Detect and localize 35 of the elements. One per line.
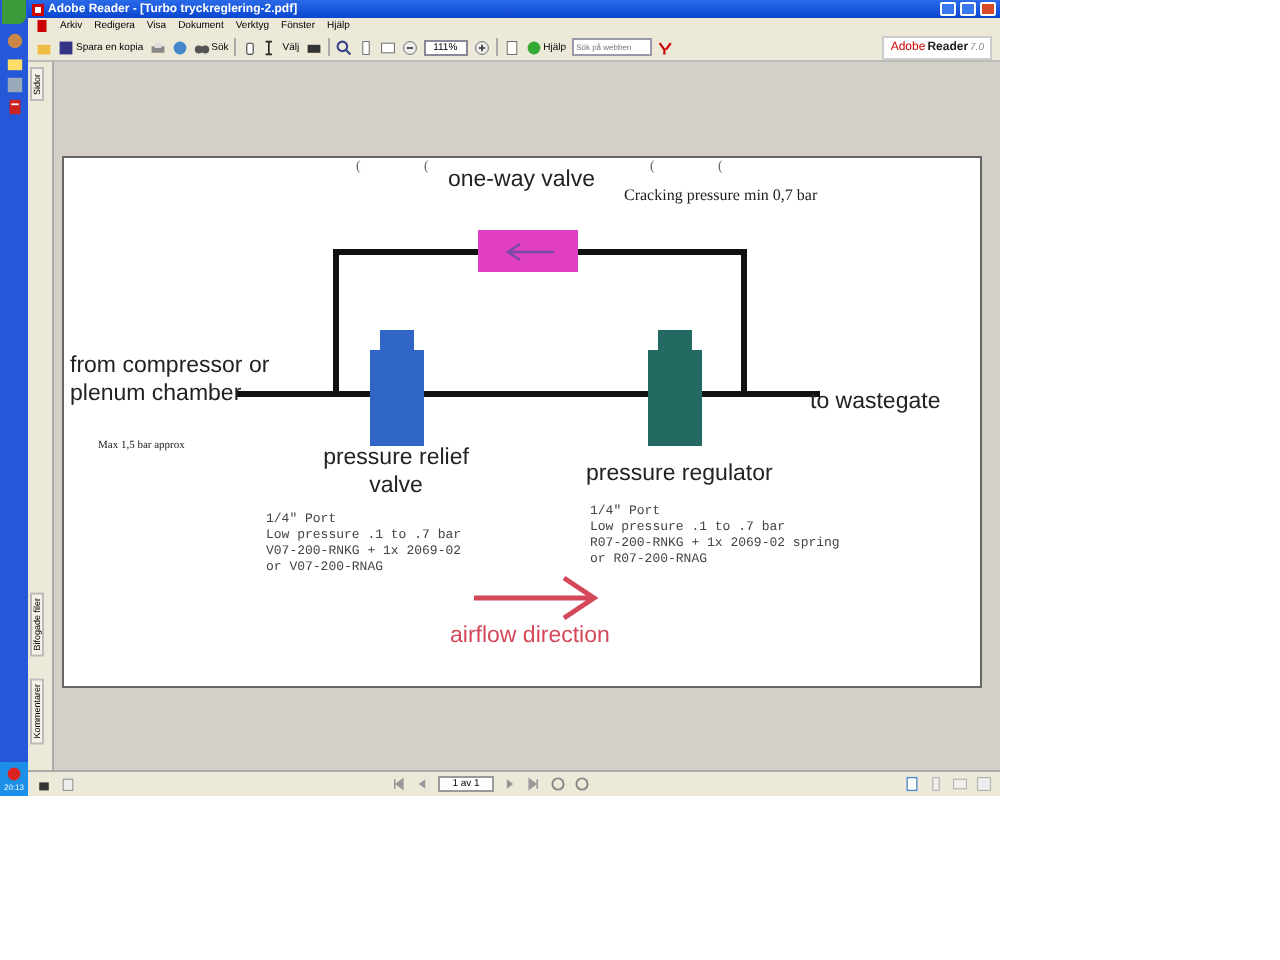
rotate-icon[interactable]	[503, 39, 520, 55]
document-icon	[60, 776, 76, 792]
zoom-in-icon[interactable]	[473, 39, 490, 55]
last-page-icon[interactable]	[525, 776, 542, 792]
next-page-icon[interactable]	[501, 776, 518, 792]
width-fit-icon[interactable]	[379, 39, 396, 55]
window-icon[interactable]	[5, 76, 23, 94]
regulator-label: pressure regulator	[586, 460, 773, 488]
previous-page-icon[interactable]	[414, 776, 431, 792]
facing-icon[interactable]	[952, 776, 968, 792]
zoom-out-icon[interactable]	[401, 39, 418, 55]
maximize-button[interactable]	[960, 2, 976, 16]
airflow-label: airflow direction	[450, 622, 610, 650]
cracking-note: Cracking pressure min 0,7 bar	[624, 186, 818, 204]
page-fit-icon[interactable]	[357, 39, 374, 55]
zoom-icon[interactable]	[335, 39, 352, 55]
inlet-label: from compressor or plenum chamber	[70, 352, 270, 408]
valve-label: one-way valve	[448, 166, 596, 194]
relief-valve-drawing	[370, 330, 424, 446]
start-button[interactable]	[2, 0, 26, 24]
one-way-valve-drawing	[478, 230, 578, 272]
first-page-icon[interactable]	[390, 776, 407, 792]
outlet-label: to wastegate	[810, 388, 941, 416]
printer-icon[interactable]	[149, 39, 166, 55]
document-icon[interactable]	[5, 98, 23, 116]
single-page-icon[interactable]	[904, 776, 920, 792]
continuous-facing-icon[interactable]	[976, 776, 992, 792]
continuous-icon[interactable]	[928, 776, 944, 792]
close-button[interactable]	[980, 2, 996, 16]
search-service-icon[interactable]	[658, 39, 675, 55]
airflow-arrow	[471, 575, 599, 621]
minimize-button[interactable]	[940, 2, 956, 16]
regulator-drawing	[648, 330, 702, 446]
relief-valve-label: pressure relief valve	[321, 444, 471, 500]
help-icon	[525, 39, 542, 55]
